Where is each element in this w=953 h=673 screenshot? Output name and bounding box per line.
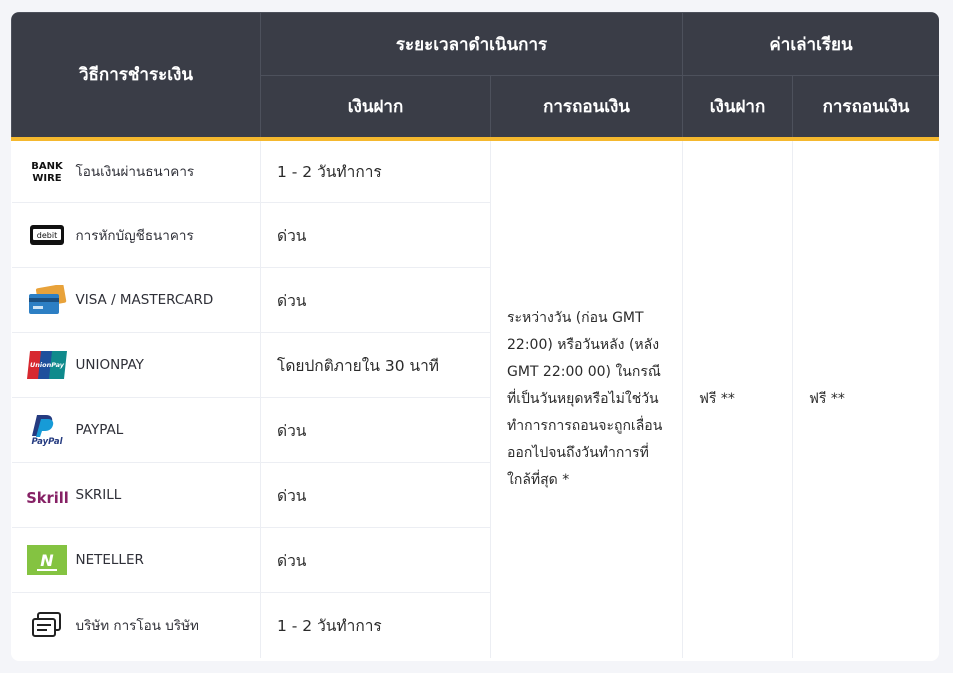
header-fee-withdrawal: การถอนเงิน (792, 75, 939, 141)
deposit-time: ด่วน (260, 462, 491, 528)
payment-methods-table-container: วิธีการชำระเงิน ระยะเวลาดำเนินการ ค่าเล่… (11, 12, 939, 661)
method-label: บริษัท การโอน บริษัท (75, 618, 199, 635)
bank-wire-icon: BANK WIRE (27, 155, 68, 187)
neteller-icon: N (27, 544, 68, 576)
svg-text:BANK: BANK (31, 161, 64, 172)
deposit-time: ด่วน (260, 397, 491, 463)
payment-methods-table: วิธีการชำระเงิน ระยะเวลาดำเนินการ ค่าเล่… (11, 12, 939, 658)
method-cell: N NETELLER (11, 527, 261, 593)
method-cell: บริษัท การโอน บริษัท (11, 592, 261, 658)
svg-text:N: N (40, 551, 54, 570)
deposit-time: 1 - 2 วันทำการ (260, 138, 491, 203)
method-label: การหักบัญชีธนาคาร (75, 228, 194, 244)
method-cell: debit การหักบัญชีธนาคาร (11, 202, 261, 268)
svg-text:Skrill: Skrill (27, 490, 68, 507)
company-transfer-icon (27, 609, 68, 641)
method-cell: VISA / MASTERCARD (11, 267, 261, 333)
header-deposit: เงินฝาก (260, 75, 491, 141)
fee-withdrawal-value: ฟรี ** (809, 391, 845, 407)
method-cell: PayPal PAYPAL (11, 397, 261, 463)
method-cell: Skrill SKRILL (11, 462, 261, 528)
deposit-time: ด่วน (260, 202, 491, 268)
method-label: NETELLER (75, 552, 144, 568)
svg-text:debit: debit (37, 231, 57, 240)
header-withdrawal: การถอนเงิน (489, 75, 684, 141)
svg-text:WIRE: WIRE (32, 173, 61, 184)
deposit-time: ด่วน (260, 527, 491, 593)
svg-text:UnionPay: UnionPay (30, 361, 65, 369)
header-fee-deposit: เงินฝาก (682, 75, 794, 141)
withdrawal-time: ระหว่างวัน (ก่อน GMT 22:00) หรือวันหลัง … (490, 138, 684, 658)
method-cell: UnionPay UNIONPAY (11, 332, 261, 398)
method-cell: BANK WIRE โอนเงินผ่านธนาคาร (11, 138, 261, 203)
header-method: วิธีการชำระเงิน (11, 12, 261, 141)
debit-card-icon: debit (27, 219, 68, 251)
method-label: PAYPAL (75, 422, 124, 438)
fee-deposit-value: ฟรี ** (682, 138, 794, 658)
header-processing-time: ระยะเวลาดำเนินการ (259, 12, 684, 76)
paypal-icon: PayPal (27, 414, 68, 446)
method-label: UNIONPAY (75, 357, 144, 373)
deposit-time: โดยปกติภายใน 30 นาที (260, 332, 491, 398)
method-label: SKRILL (75, 487, 122, 503)
unionpay-icon: UnionPay (27, 349, 68, 381)
table-row: BANK WIRE โอนเงินผ่านธนาคาร 1 - 2 วันทำก… (11, 138, 940, 658)
svg-text:PayPal: PayPal (31, 437, 63, 446)
skrill-icon: Skrill (27, 479, 68, 511)
header-fees: ค่าเล่าเรียน (682, 12, 939, 76)
deposit-time: 1 - 2 วันทำการ (260, 592, 491, 658)
deposit-time: ด่วน (260, 267, 491, 333)
credit-card-icon (27, 284, 68, 316)
method-label: โอนเงินผ่านธนาคาร (75, 164, 195, 181)
method-label: VISA / MASTERCARD (75, 292, 214, 308)
